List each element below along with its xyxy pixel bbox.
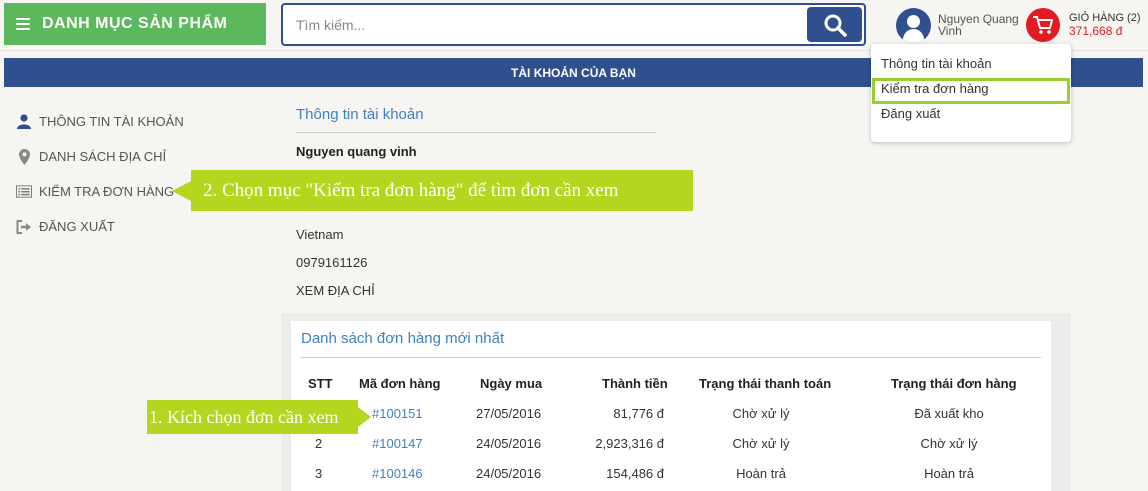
order-code-link[interactable]: #100151: [372, 406, 423, 421]
column-header-payment-status: Trạng thái thanh toán: [699, 376, 832, 391]
dropdown-highlight-box: [872, 78, 1070, 104]
account-phone: 0979161126: [296, 255, 368, 270]
order-status: Hoàn trả: [924, 466, 974, 481]
search-icon: [824, 14, 847, 37]
column-header-order-date: Ngày mua: [480, 376, 543, 391]
cart-button[interactable]: GIỎ HÀNG (2) 371,668 đ: [1026, 8, 1146, 42]
order-code-link[interactable]: #100146: [372, 466, 423, 481]
user-icon: [16, 114, 32, 130]
column-header-total: Thành tiền: [602, 376, 668, 391]
order-status: Chờ xử lý: [920, 436, 978, 451]
view-address-link[interactable]: XEM ĐỊA CHỈ: [296, 283, 375, 298]
user-dropdown-menu: Thông tin tài khoản Kiểm tra đơn hàng Đă…: [871, 44, 1071, 142]
account-country: Vietnam: [296, 227, 344, 242]
order-payment-status: Hoàn trả: [736, 466, 786, 481]
map-marker-icon: [16, 148, 32, 165]
user-account-menu[interactable]: Nguyen Quang Vinh: [896, 6, 1021, 44]
order-code-link[interactable]: #100147: [372, 436, 423, 451]
order-payment-status: Chờ xử lý: [732, 406, 790, 421]
order-status: Đã xuất kho: [914, 406, 984, 421]
search-input[interactable]: [283, 5, 864, 44]
order-total: 81,776 đ: [613, 406, 664, 421]
order-date: 24/05/2016: [476, 436, 542, 451]
search-button[interactable]: [807, 7, 862, 42]
column-header-order-code: Mã đơn hàng: [359, 376, 441, 391]
recent-orders-panel: Danh sách đơn hàng mới nhất STT Mã đơn h…: [291, 321, 1051, 491]
user-name: Nguyen Quang Vinh: [938, 12, 1019, 38]
dropdown-item-account-info[interactable]: Thông tin tài khoản: [881, 56, 992, 71]
hamburger-icon: [16, 18, 30, 30]
account-info-title: Thông tin tài khoản: [296, 106, 424, 123]
order-date: 27/05/2016: [476, 406, 542, 421]
category-menu-label: DANH MỤC SẢN PHẨM: [42, 15, 228, 32]
order-date: 24/05/2016: [476, 466, 542, 481]
order-total: 154,486 đ: [606, 466, 664, 481]
account-name: Nguyen quang vinh: [296, 144, 417, 159]
order-payment-status: Chờ xử lý: [732, 436, 790, 451]
callout-step-1: 1. Kích chọn đơn cần xem: [147, 400, 358, 434]
column-header-order-status: Trạng thái đơn hàng: [891, 376, 1017, 391]
sidebar-item-label: THÔNG TIN TÀI KHOẢN: [39, 114, 184, 129]
callout-arrow-left: [172, 181, 191, 201]
sidebar-item-label: KIỂM TRA ĐƠN HÀNG: [39, 184, 175, 199]
sidebar-item-logout[interactable]: ĐĂNG XUẤT: [16, 209, 266, 244]
cart-icon: [1026, 8, 1060, 42]
sidebar-item-account-info[interactable]: THÔNG TIN TÀI KHOẢN: [16, 104, 266, 139]
order-stt: 2: [315, 436, 323, 451]
list-icon: [16, 184, 32, 200]
divider: [296, 132, 656, 133]
page-title: TÀI KHOẢN CỦA BẠN: [511, 65, 636, 80]
sidebar-item-address-list[interactable]: DANH SÁCH ĐỊA CHỈ: [16, 139, 266, 174]
order-total: 2,923,316 đ: [595, 436, 664, 451]
callout-step-2-text: 2. Chọn mục "Kiểm tra đơn hàng" để tìm đ…: [203, 179, 619, 201]
dropdown-item-logout[interactable]: Đăng xuất: [881, 106, 940, 121]
orders-title: Danh sách đơn hàng mới nhất: [301, 330, 505, 347]
callout-arrow-right: [358, 407, 371, 427]
avatar: [896, 7, 931, 43]
search-bar: [281, 3, 866, 46]
callout-step-1-text: 1. Kích chọn đơn cần xem: [149, 406, 339, 427]
divider: [301, 357, 1041, 358]
callout-step-2: 2. Chọn mục "Kiểm tra đơn hàng" để tìm đ…: [191, 170, 693, 211]
order-stt: 3: [315, 466, 323, 481]
sign-out-icon: [16, 219, 32, 235]
category-menu-button[interactable]: DANH MỤC SẢN PHẨM: [4, 3, 266, 45]
column-header-stt: STT: [308, 376, 333, 391]
sidebar-item-label: DANH SÁCH ĐỊA CHỈ: [39, 149, 167, 164]
sidebar-item-label: ĐĂNG XUẤT: [39, 219, 115, 234]
cart-total: 371,668 đ: [1069, 24, 1123, 38]
